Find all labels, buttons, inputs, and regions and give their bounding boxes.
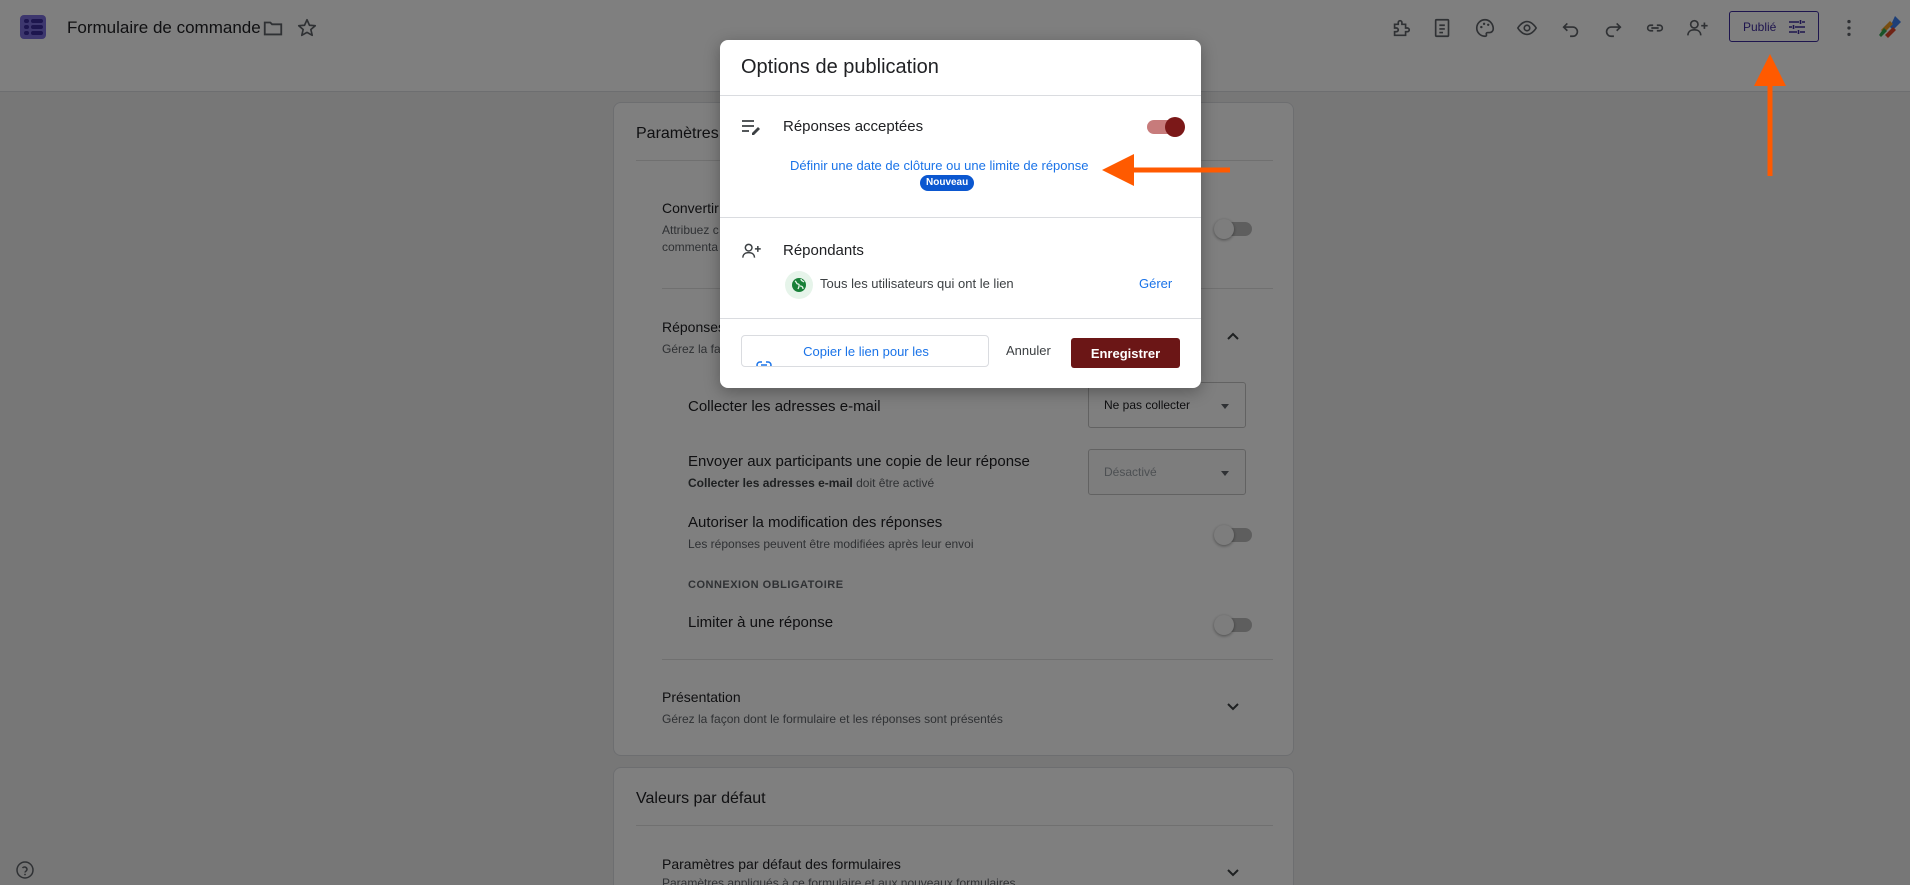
- manage-link[interactable]: Gérer: [1139, 276, 1172, 291]
- set-deadline-link[interactable]: Définir une date de clôture ou une limit…: [790, 158, 1088, 173]
- dialog-title: Options de publication: [741, 56, 939, 78]
- new-badge: Nouveau: [920, 175, 975, 191]
- edit-list-icon: [741, 118, 761, 136]
- publish-options-dialog: Options de publication Réponses acceptée…: [720, 40, 1201, 388]
- globe-icon: [791, 277, 807, 293]
- copy-link-label: Copier le lien pour les: [803, 344, 929, 359]
- add-person-icon: [741, 241, 763, 261]
- accepting-label: Réponses acceptées: [783, 118, 924, 135]
- divider: [720, 95, 1201, 96]
- cancel-label: Annuler: [1006, 343, 1051, 358]
- access-text: Tous les utilisateurs qui ont le lien: [820, 276, 1014, 291]
- annotation-arrow-up-icon: [1754, 54, 1786, 176]
- save-button[interactable]: Enregistrer: [1071, 338, 1180, 368]
- accepting-toggle[interactable]: [1147, 117, 1185, 137]
- divider: [720, 217, 1201, 218]
- divider: [720, 318, 1201, 319]
- annotation-arrow-left-icon: [1102, 154, 1230, 186]
- globe-badge: [785, 271, 813, 299]
- respondents-label: Répondants: [783, 242, 864, 259]
- link-icon: [756, 360, 772, 366]
- cancel-button[interactable]: Annuler: [1006, 335, 1056, 367]
- save-label: Enregistrer: [1090, 346, 1161, 361]
- copy-link-button[interactable]: Copier le lien pour les: [741, 335, 989, 367]
